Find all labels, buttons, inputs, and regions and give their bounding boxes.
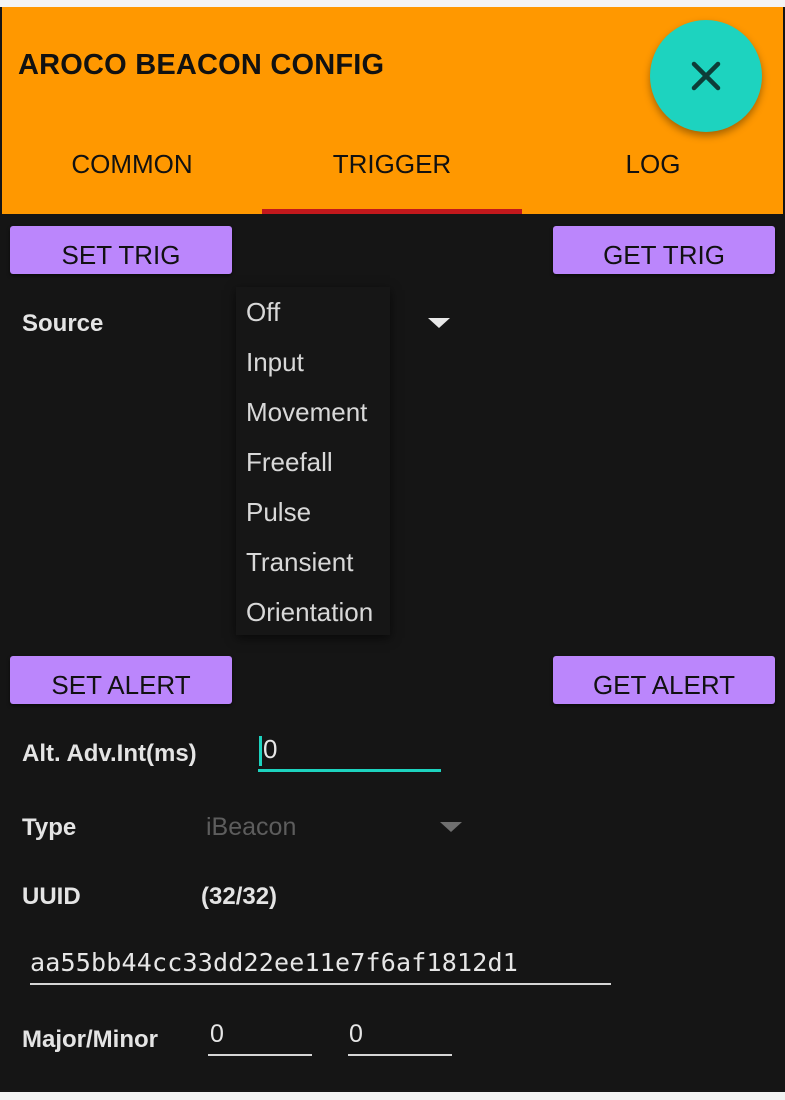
adv-int-input[interactable]: 0 (263, 734, 277, 765)
source-label: Source (22, 310, 104, 337)
adv-int-label: Alt. Adv.Int(ms) (22, 740, 197, 767)
source-option-movement[interactable]: Movement (246, 397, 367, 428)
set-trig-button[interactable]: SET TRIG (10, 226, 232, 274)
close-icon (691, 61, 721, 91)
get-alert-button[interactable]: GET ALERT (553, 656, 775, 704)
tab-log[interactable]: LOG (523, 149, 783, 180)
uuid-count: (32/32) (201, 883, 278, 910)
source-option-input[interactable]: Input (246, 347, 304, 378)
tab-trigger[interactable]: TRIGGER (262, 149, 522, 180)
uuid-underline (30, 983, 611, 985)
text-cursor (259, 736, 262, 766)
source-option-off[interactable]: Off (246, 297, 280, 328)
type-label: Type (22, 814, 77, 841)
uuid-input[interactable]: aa55bb44cc33dd22ee11e7f6af1812d1 (30, 948, 518, 977)
close-button[interactable] (650, 20, 762, 132)
tab-indicator (262, 209, 522, 214)
source-dropdown-arrow-icon[interactable] (428, 318, 450, 328)
type-dropdown-arrow-icon[interactable] (440, 822, 462, 832)
major-minor-label: Major/Minor (22, 1026, 158, 1053)
major-underline (208, 1054, 312, 1056)
source-option-transient[interactable]: Transient (246, 547, 353, 578)
type-select[interactable]: iBeacon (206, 813, 296, 842)
source-dropdown-list: Off Input Movement Freefall Pulse Transi… (236, 287, 390, 635)
minor-input[interactable]: 0 (349, 1020, 363, 1049)
set-alert-button[interactable]: SET ALERT (10, 656, 232, 704)
adv-int-underline (258, 769, 441, 772)
uuid-label: UUID (22, 883, 81, 910)
source-option-freefall[interactable]: Freefall (246, 447, 333, 478)
get-trig-button[interactable]: GET TRIG (553, 226, 775, 274)
status-bar-edge (0, 0, 785, 7)
app-title: AROCO BEACON CONFIG (18, 49, 385, 81)
source-option-orientation[interactable]: Orientation (246, 597, 373, 628)
navigation-bar-edge (0, 1092, 785, 1100)
minor-underline (348, 1054, 452, 1056)
major-input[interactable]: 0 (210, 1020, 224, 1049)
source-option-pulse[interactable]: Pulse (246, 497, 311, 528)
tab-common[interactable]: COMMON (2, 149, 262, 180)
